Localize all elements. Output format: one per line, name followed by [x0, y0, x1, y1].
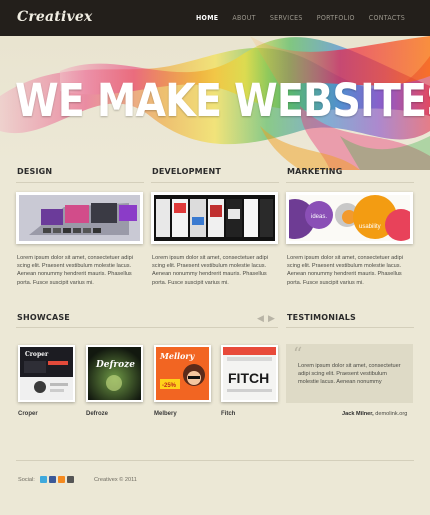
- social-label: Social:: [18, 477, 35, 483]
- svg-text:Mellory: Mellory: [159, 351, 196, 361]
- testimonial-box: “ Lorem ipsum dolor sit amet, consectetu…: [286, 344, 413, 403]
- footer-divider: [16, 460, 414, 461]
- twitter-icon[interactable]: [40, 476, 47, 483]
- divider: [16, 182, 144, 183]
- next-arrow-icon[interactable]: ▶: [268, 313, 275, 324]
- development-screens-image: [154, 195, 275, 241]
- hero-banner: WE MAKE WEBSITES.: [0, 36, 430, 170]
- showcase-item-defroze[interactable]: Defroze: [86, 345, 143, 402]
- design-thumbnail[interactable]: [16, 192, 143, 244]
- development-heading: DEVELOPMENT: [152, 167, 222, 176]
- showcase-caption[interactable]: Croper: [18, 411, 38, 417]
- showcase-caption[interactable]: Defroze: [86, 411, 108, 417]
- svg-text:Defroze: Defroze: [95, 360, 135, 370]
- nav-portfolio[interactable]: PORTFOLIO: [317, 14, 355, 22]
- divider: [151, 182, 279, 183]
- development-thumbnail[interactable]: [151, 192, 278, 244]
- croper-thumbnail-image: Croper: [20, 347, 73, 400]
- prev-arrow-icon[interactable]: ◀: [257, 313, 264, 324]
- nav-services[interactable]: SERVICES: [270, 14, 303, 22]
- development-text: Lorem ipsum dolor sit amet, consectetuer…: [152, 255, 268, 286]
- marketing-text: Lorem ipsum dolor sit amet, consectetuer…: [287, 255, 403, 286]
- showcase-caption[interactable]: Melbery: [154, 411, 177, 417]
- author-site-link[interactable]: demolink.org: [375, 411, 407, 417]
- divider: [286, 327, 414, 328]
- defroze-thumbnail-image: Defroze: [88, 347, 141, 400]
- fitch-thumbnail-image: FITCH: [223, 347, 276, 400]
- testimonial-text: Lorem ipsum dolor sit amet, consectetuer…: [298, 363, 401, 386]
- svg-text:Croper: Croper: [25, 351, 49, 358]
- showcase-caption[interactable]: Fitch: [221, 411, 235, 417]
- copyright: Creativex © 2011: [94, 477, 137, 483]
- showcase-item-croper[interactable]: Croper: [18, 345, 75, 402]
- logo[interactable]: Creativex: [17, 9, 92, 25]
- showcase-heading: SHOWCASE: [17, 313, 70, 322]
- main-nav: HOME ABOUT SERVICES PORTFOLIO CONTACTS: [196, 0, 405, 36]
- divider: [286, 182, 414, 183]
- author-name: Jack Milner,: [342, 411, 374, 417]
- showcase-item-melbery[interactable]: Mellory -25%: [154, 345, 211, 402]
- marketing-thumbnail[interactable]: ideas. usability: [286, 192, 413, 244]
- testimonials-heading: TESTIMONIALS: [287, 313, 357, 322]
- svg-text:FITCH: FITCH: [228, 370, 269, 386]
- design-screens-image: [19, 195, 140, 241]
- divider: [16, 327, 278, 328]
- marketing-graphic: ideas. usability: [289, 195, 410, 241]
- nav-contacts[interactable]: CONTACTS: [369, 14, 405, 22]
- melbery-thumbnail-image: Mellory -25%: [156, 347, 209, 400]
- design-heading: DESIGN: [17, 167, 53, 176]
- design-text: Lorem ipsum dolor sit amet, consectetuer…: [17, 255, 133, 286]
- hero-title: WE MAKE WEBSITES.: [15, 74, 430, 127]
- marketing-ideas-text: ideas.: [311, 214, 327, 220]
- nav-about[interactable]: ABOUT: [232, 14, 255, 22]
- svg-text:-25%: -25%: [162, 383, 177, 389]
- showcase-item-fitch[interactable]: FITCH: [221, 345, 278, 402]
- rss-icon[interactable]: [58, 476, 65, 483]
- delicious-icon[interactable]: [67, 476, 74, 483]
- marketing-heading: MARKETING: [287, 167, 343, 176]
- marketing-usability-text: usability: [359, 224, 381, 230]
- testimonial-author: Jack Milner, demolink.org: [342, 411, 407, 417]
- nav-home[interactable]: HOME: [196, 14, 218, 22]
- facebook-icon[interactable]: [49, 476, 56, 483]
- top-bar: Creativex HOME ABOUT SERVICES PORTFOLIO …: [0, 0, 430, 36]
